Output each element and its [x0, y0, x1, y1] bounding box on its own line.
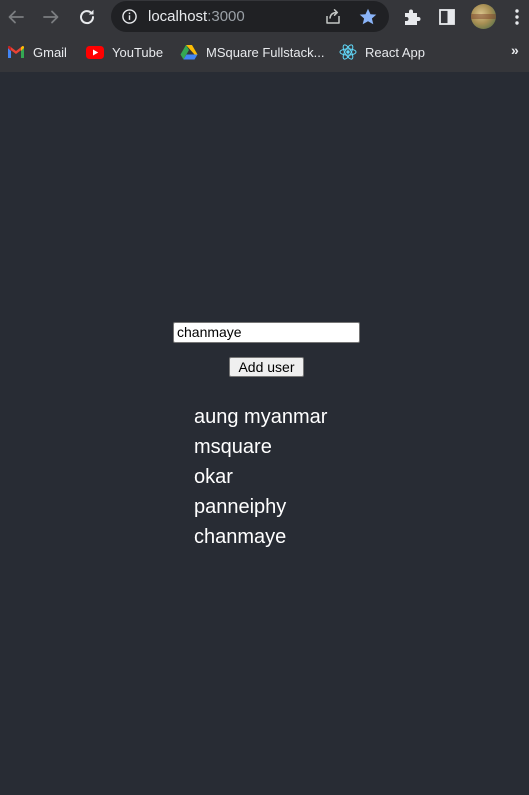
bookmarks-bar: Gmail YouTube MSquare Fullstack... React…	[0, 36, 529, 68]
star-icon[interactable]	[358, 7, 378, 27]
arrow-right-icon	[43, 10, 59, 24]
side-panel-icon[interactable]	[436, 6, 458, 28]
reload-button[interactable]	[75, 5, 99, 29]
address-bar[interactable]: localhost:3000	[111, 1, 389, 32]
list-item: panneiphy	[194, 496, 287, 518]
kebab-menu-icon[interactable]	[506, 6, 528, 28]
reload-icon	[80, 9, 95, 25]
list-item: chanmaye	[194, 526, 287, 548]
bookmark-msquare[interactable]: MSquare Fullstack...	[180, 42, 325, 62]
google-drive-icon	[180, 43, 198, 61]
url-port: :3000	[207, 8, 245, 25]
share-icon[interactable]	[323, 7, 343, 27]
back-button[interactable]	[4, 5, 28, 29]
bookmark-label: React App	[365, 44, 425, 60]
user-name-input[interactable]	[173, 322, 360, 343]
list-item: okar	[194, 466, 233, 488]
browser-toolbar: localhost:3000	[0, 0, 529, 34]
url-text[interactable]: localhost:3000	[148, 7, 245, 26]
arrow-left-icon	[8, 10, 24, 24]
add-user-button[interactable]: Add user	[229, 357, 304, 377]
avatar-stripe	[471, 14, 496, 19]
bookmark-label: YouTube	[112, 44, 164, 60]
user-list: aung myanmar msquare okar panneiphy chan…	[194, 402, 327, 552]
browser-chrome: localhost:3000 Gmail YouTube MSquare Ful…	[0, 0, 529, 72]
bookmark-label: Gmail	[33, 44, 67, 60]
url-host: localhost	[148, 8, 208, 25]
puzzle-icon[interactable]	[401, 6, 423, 28]
info-icon[interactable]	[121, 8, 138, 25]
app-root: Add user aung myanmar msquare okar panne…	[0, 72, 529, 795]
gmail-icon	[7, 43, 25, 61]
forward-button[interactable]	[39, 5, 63, 29]
list-item: msquare	[194, 436, 272, 458]
react-icon	[339, 43, 357, 61]
bookmarks-overflow-button[interactable]: »	[511, 42, 519, 58]
youtube-icon	[86, 43, 104, 61]
bookmark-react-app[interactable]: React App	[339, 42, 425, 62]
profile-avatar[interactable]	[471, 4, 496, 29]
bookmark-gmail[interactable]: Gmail	[7, 42, 67, 62]
bookmark-label: MSquare Fullstack...	[206, 44, 325, 60]
bookmark-youtube[interactable]: YouTube	[86, 42, 163, 62]
list-item: aung myanmar	[194, 406, 328, 428]
